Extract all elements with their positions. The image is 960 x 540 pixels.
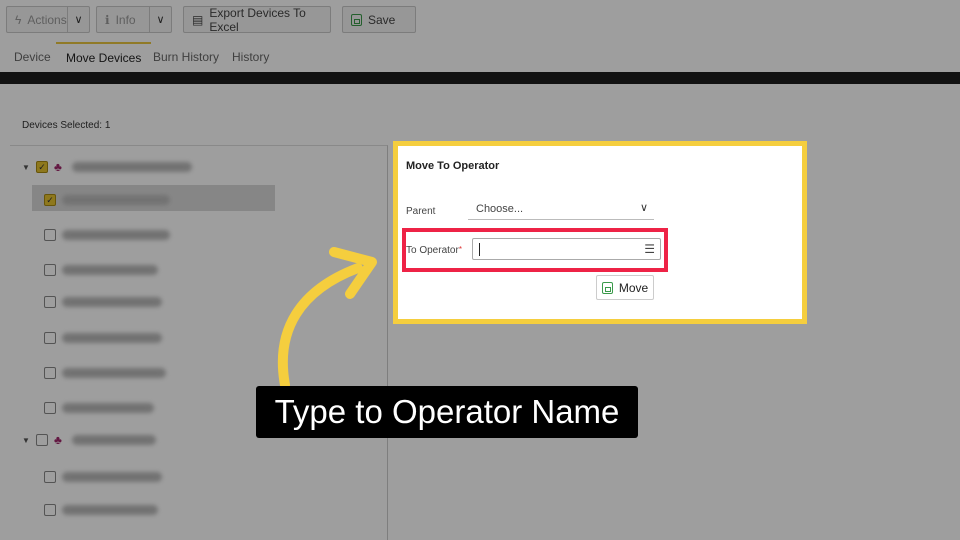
instruction-callout: Type to Operator Name [256, 386, 638, 438]
arrow-shaft [277, 263, 363, 390]
curved-arrow-icon [277, 247, 377, 390]
